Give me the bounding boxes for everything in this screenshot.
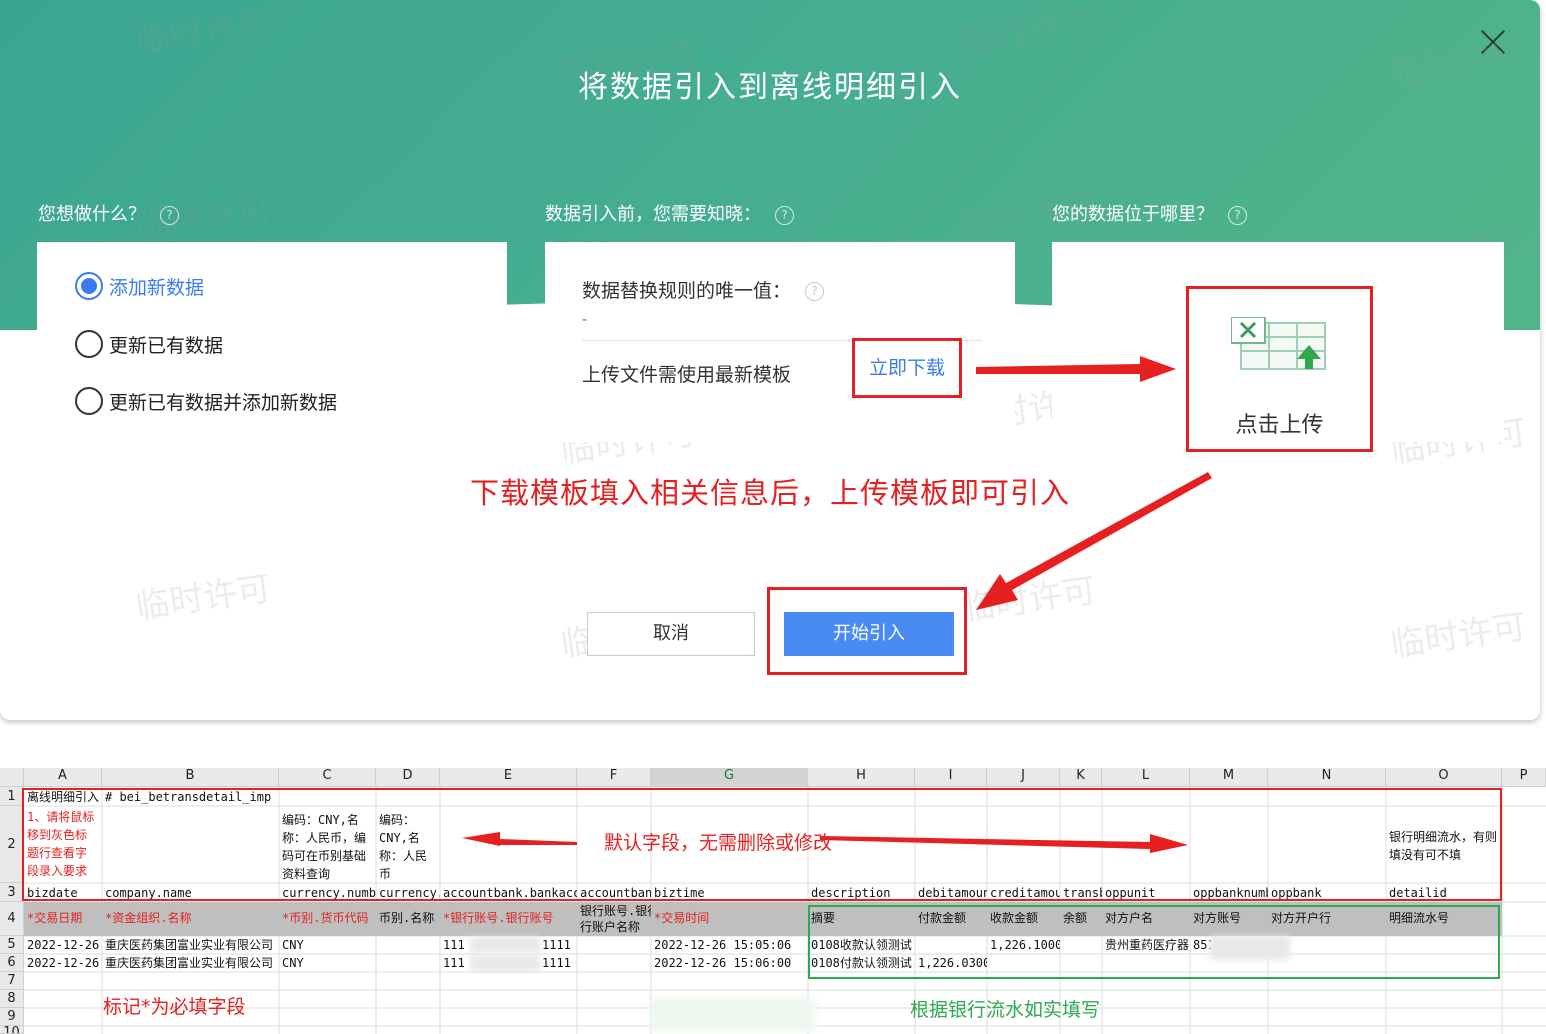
option-update-and-add[interactable]: 更新已有数据并添加新数据	[75, 387, 337, 415]
template-hint: 上传文件需使用最新模板	[582, 364, 792, 386]
upload-label: 点击上传	[1235, 413, 1324, 438]
cell-f4[interactable]: 银行账号.银行账户名称 行账户名称	[578, 903, 651, 935]
cell-a6[interactable]: 2022-12-26	[25, 955, 102, 972]
cell-b6[interactable]: 重庆医药集团富业实业有限公司	[103, 955, 279, 972]
cell-a5[interactable]: 2022-12-26	[25, 937, 102, 954]
watermark-text: 临时许可	[1388, 606, 1529, 666]
cell-g5[interactable]: 2022-12-26 15:05:06	[652, 937, 808, 954]
spreadsheet: A B C D E F G H I J K L M N O P 1 2 3 4 …	[0, 768, 1546, 1034]
cell-e4[interactable]: *银行账号.银行账号	[441, 910, 577, 927]
watermark-text: 临时许可	[133, 568, 274, 628]
bank-fields-note: 根据银行流水如实填写	[910, 999, 1101, 1021]
bank-fields-highlight	[808, 905, 1500, 979]
section-label-before: 数据引入前，您需要知晓：?	[545, 200, 794, 226]
option-add-new[interactable]: 添加新数据	[75, 272, 204, 300]
section-label-what: 您想做什么？?	[38, 200, 179, 226]
watermark-text: 临时许可	[958, 570, 1099, 630]
redacted-block	[470, 955, 540, 971]
close-icon[interactable]	[1476, 26, 1510, 60]
help-icon[interactable]: ?	[775, 205, 794, 225]
radio-icon[interactable]	[75, 330, 103, 358]
cell-d4[interactable]: 币别.名称	[377, 910, 440, 927]
option-update-existing[interactable]: 更新已有数据	[75, 330, 223, 358]
screenshot-root: { "dialog": { "title": "将数据引入到离线明细引入", "…	[0, 0, 1546, 1034]
cell-c5[interactable]: CNY	[280, 937, 376, 954]
radio-selected-icon[interactable]	[75, 272, 103, 300]
default-fields-note: 默认字段，无需删除或修改	[604, 832, 833, 854]
cell-b5[interactable]: 重庆医药集团富业实业有限公司	[103, 937, 279, 954]
annotation-text: 下载模板填入相关信息后，上传模板即可引入	[469, 476, 1070, 510]
cell-g4[interactable]: *交易时间	[652, 910, 808, 927]
upload-button[interactable]: 点击上传	[1186, 286, 1373, 452]
help-icon[interactable]: ?	[160, 205, 179, 225]
cell-g6[interactable]: 2022-12-26 15:06:00	[652, 955, 808, 972]
cell-c4[interactable]: *币别.货币代码	[280, 910, 376, 927]
dialog-title: 将数据引入到离线明细引入	[578, 70, 962, 105]
cell-b4[interactable]: *资金组织.名称	[103, 910, 279, 927]
unique-rule-value: -	[582, 312, 588, 328]
required-fields-note: 标记*为必填字段	[103, 996, 246, 1018]
cell-c6[interactable]: CNY	[280, 955, 376, 972]
redacted-block	[650, 998, 815, 1032]
options-panel: 添加新数据 更新已有数据 更新已有数据并添加新数据	[37, 242, 507, 442]
unique-rule-label: 数据替换规则的唯一值：?	[582, 276, 825, 303]
help-icon[interactable]: ?	[805, 282, 825, 301]
cell-a4[interactable]: *交易日期	[25, 910, 102, 927]
help-icon[interactable]: ?	[1228, 205, 1247, 225]
download-template-link[interactable]: 立即下载	[852, 338, 962, 398]
cell-e6-tail: 1111	[542, 956, 571, 970]
radio-icon[interactable]	[75, 387, 103, 415]
cell-e5-tail: 1111	[542, 938, 571, 952]
section-label-where: 您的数据位于哪里？?	[1052, 200, 1247, 226]
start-import-button[interactable]: 开始引入	[784, 612, 954, 656]
redacted-block	[470, 937, 540, 953]
excel-upload-icon	[1231, 317, 1326, 370]
import-dialog: 将数据引入到离线明细引入 临时许可 临时许可 临时许可 临时许可 临时许可 临时…	[0, 0, 1540, 720]
cancel-button[interactable]: 取消	[587, 612, 755, 656]
